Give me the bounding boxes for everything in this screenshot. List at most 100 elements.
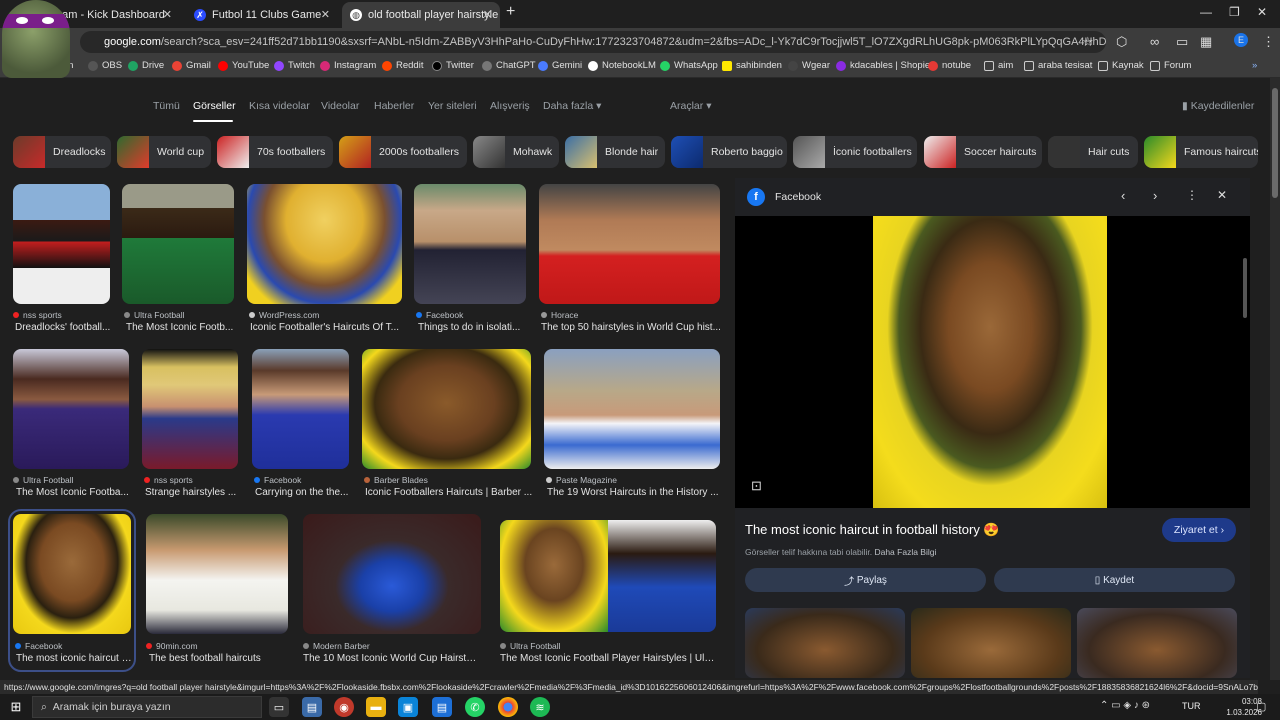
related-image[interactable] — [745, 608, 905, 678]
close-icon[interactable]: ✕ — [321, 8, 330, 21]
result-card-selected[interactable]: Facebook The most iconic haircut i... — [8, 509, 136, 672]
bookmark-gemini[interactable]: Gemini — [538, 60, 582, 71]
more-bookmarks-icon[interactable]: » — [1252, 60, 1257, 71]
close-icon[interactable]: ✕ — [163, 8, 172, 21]
result-title[interactable]: The Most Iconic Footb... — [126, 322, 236, 333]
grid-icon[interactable]: ▦ — [1200, 34, 1212, 50]
result-card[interactable]: Facebook Carrying on the the... — [252, 349, 349, 509]
bookmark-kdacables[interactable]: kdacables | Shopier — [836, 60, 933, 71]
result-card[interactable]: Horace The top 50 hairstyles in World Cu… — [539, 184, 721, 344]
save-button[interactable]: ▯ Kaydet — [994, 568, 1235, 592]
page-scrollbar[interactable] — [1270, 78, 1280, 680]
bookmark-folder-aim[interactable]: aim — [984, 60, 1013, 71]
close-icon[interactable]: ✕ — [483, 8, 492, 21]
menu-icon[interactable]: ⋮ — [1262, 34, 1275, 50]
bookmark-notebooklm[interactable]: NotebookLM — [588, 60, 656, 71]
bookmark-folder-kaynak[interactable]: Kaynak — [1098, 60, 1144, 71]
chip-2000s-footballers[interactable]: 2000s footballers — [339, 136, 467, 168]
visit-button[interactable]: Ziyaret et › — [1162, 518, 1236, 542]
result-title[interactable]: Carrying on the the... — [255, 487, 352, 498]
nav-shopping[interactable]: Alışveriş — [490, 100, 530, 112]
folder-icon[interactable]: ▬ — [366, 697, 386, 717]
result-card[interactable]: WordPress.com Iconic Footballer's Haircu… — [247, 184, 402, 344]
minimize-icon[interactable]: — — [1200, 5, 1212, 19]
panel-scrollbar[interactable] — [1243, 258, 1247, 318]
bookmark-folder-forum[interactable]: Forum — [1150, 60, 1191, 71]
cast-icon[interactable]: ▭ — [1176, 34, 1188, 50]
app-icon[interactable]: ◉ — [334, 697, 354, 717]
bookmark-instagram[interactable]: Instagram — [320, 60, 376, 71]
bookmark-sahibinden[interactable]: sahibinden — [722, 60, 782, 71]
result-card[interactable]: 90min.com The best football haircuts — [146, 514, 288, 674]
chip-world-cup[interactable]: World cup — [117, 136, 211, 168]
previous-icon[interactable]: ‹ — [1121, 188, 1125, 203]
tab-google-images[interactable]: ◍ old football player hairstyle - G ✕ — [342, 2, 500, 28]
bookmark-whatsapp[interactable]: WhatsApp — [660, 60, 718, 71]
tray-icons[interactable]: ⌃ ▭ ◈ ♪ ⊛ — [1100, 700, 1150, 711]
result-title[interactable]: The most iconic haircut i... — [16, 653, 132, 664]
bookmark-reddit[interactable]: Reddit — [382, 60, 423, 71]
bookmark-youtube[interactable]: YouTube — [218, 60, 269, 71]
bookmark-twitter[interactable]: Twitter — [432, 60, 474, 71]
result-card[interactable]: nss sports Dreadlocks' football... — [13, 184, 110, 344]
bookmark-obs[interactable]: OBS — [88, 60, 122, 71]
related-image[interactable] — [1077, 608, 1237, 678]
more-options-icon[interactable]: ⋮ — [1186, 188, 1198, 202]
nav-web[interactable]: Yer siteleri — [428, 100, 477, 112]
nav-images[interactable]: Görseller — [193, 100, 236, 112]
lens-icon[interactable]: ⊡ — [751, 478, 762, 494]
notification-icon[interactable]: ▢ — [1256, 700, 1266, 713]
store-icon[interactable]: ▣ — [398, 697, 418, 717]
nav-all[interactable]: Tümü — [153, 100, 180, 112]
extensions-icon[interactable]: ⬡ — [1116, 34, 1127, 50]
share-button[interactable]: ⤴ Paylaş — [745, 568, 986, 592]
scrollbar-thumb[interactable] — [1272, 88, 1278, 198]
result-card[interactable]: nss sports Strange hairstyles ... — [142, 349, 238, 509]
result-title[interactable]: Iconic Footballers Haircuts | Barber ... — [365, 487, 534, 498]
task-view-icon[interactable]: ▭ — [269, 697, 289, 717]
nav-short-videos[interactable]: Kısa videolar — [249, 100, 310, 112]
result-card[interactable]: Ultra Football The Most Iconic Footb... — [122, 184, 234, 344]
result-title[interactable]: The best football haircuts — [149, 653, 291, 664]
chip-roberto-baggio[interactable]: Roberto baggio — [671, 136, 787, 168]
chip-soccer-haircuts[interactable]: Soccer haircuts — [924, 136, 1042, 168]
result-card[interactable]: Paste Magazine The 19 Worst Haircuts in … — [544, 349, 720, 509]
bookmark-chatgpt[interactable]: ChatGPT — [482, 60, 536, 71]
chip-blonde-hair[interactable]: Blonde hair — [565, 136, 665, 168]
result-title[interactable]: Iconic Footballer's Haircuts Of T... — [250, 322, 405, 333]
saved-link[interactable]: ▮ Kaydedilenler — [1182, 100, 1254, 112]
bookmark-folder-araba[interactable]: araba tesisat — [1024, 60, 1092, 71]
nav-tools[interactable]: Araçlar ▾ — [670, 100, 711, 112]
taskbar-search[interactable]: ⌕ Aramak için buraya yazın — [32, 696, 262, 718]
whatsapp-icon[interactable]: ✆ — [465, 697, 485, 717]
close-window-icon[interactable]: ✕ — [1257, 5, 1267, 19]
chip-dreadlocks[interactable]: Dreadlocks — [13, 136, 111, 168]
bookmark-gmail[interactable]: Gmail — [172, 60, 211, 71]
chrome-icon[interactable] — [498, 697, 518, 717]
app-icon-2[interactable]: ▤ — [432, 697, 452, 717]
nav-videos[interactable]: Videolar — [321, 100, 359, 112]
chip-famous-haircuts[interactable]: Famous haircuts — [1144, 136, 1258, 168]
result-card[interactable]: Modern Barber The 10 Most Iconic World C… — [303, 514, 481, 674]
result-title[interactable]: Dreadlocks' football... — [15, 322, 112, 333]
result-card[interactable]: Ultra Football The Most Iconic Football … — [500, 514, 716, 674]
preview-image[interactable] — [873, 216, 1107, 508]
related-image[interactable] — [911, 608, 1071, 678]
link-icon[interactable]: ∞ — [1150, 34, 1159, 49]
url-field[interactable]: google.com/search?sca_esv=241ff52d71bb11… — [80, 31, 1106, 53]
result-title[interactable]: Strange hairstyles ... — [145, 487, 241, 498]
tab-futbol[interactable]: ✗ Futbol 11 Clubs Game ✕ — [186, 2, 338, 28]
chip-mohawk[interactable]: Mohawk — [473, 136, 559, 168]
nav-news[interactable]: Haberler — [374, 100, 414, 112]
result-title[interactable]: The 19 Worst Haircuts in the History ... — [547, 487, 723, 498]
chip-iconic-footballers[interactable]: İconic footballers — [793, 136, 917, 168]
result-title[interactable]: The Most Iconic Football Player Hairstyl… — [500, 653, 716, 664]
result-card[interactable]: Facebook Things to do in isolati... — [414, 184, 526, 344]
file-explorer-icon[interactable]: ▤ — [302, 697, 322, 717]
spotify-icon[interactable]: ≋ — [530, 697, 550, 717]
bookmark-star-icon[interactable]: ☆ — [1082, 34, 1094, 50]
close-icon[interactable]: ✕ — [1217, 188, 1227, 202]
bookmark-wgear[interactable]: Wgear — [788, 60, 830, 71]
nav-more[interactable]: Daha fazla ▾ — [543, 100, 601, 112]
learn-more-link[interactable]: Daha Fazla Bilgi — [874, 547, 936, 557]
